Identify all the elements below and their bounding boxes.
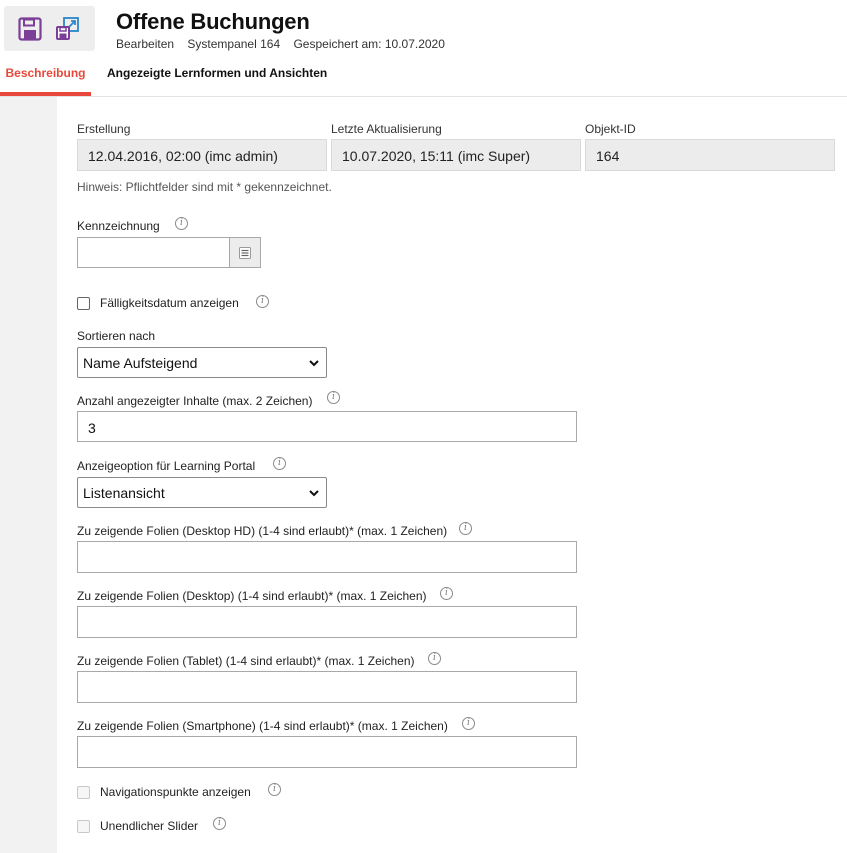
chevron-down-icon [309, 360, 319, 367]
object-label: Systempanel 164 [187, 37, 281, 51]
floppy-disk-icon [18, 17, 42, 41]
folien-desktop-hd-label: Zu zeigende Folien (Desktop HD) (1-4 sin… [77, 524, 448, 538]
anzeigeoption-select[interactable]: Listenansicht [77, 477, 327, 508]
kennzeichnung-label: Kennzeichnung [77, 219, 160, 233]
folien-smartphone-label: Zu zeigende Folien (Smartphone) (1-4 sin… [77, 719, 448, 733]
kennzeichnung-lookup-button[interactable] [229, 237, 261, 268]
unendlicher-slider-checkbox[interactable] [77, 820, 90, 833]
navigationspunkte-checkbox[interactable] [77, 786, 90, 799]
info-icon[interactable]: i [428, 652, 441, 665]
folien-smartphone-input[interactable] [77, 736, 577, 768]
sort-label: Sortieren nach [77, 329, 156, 343]
info-icon[interactable]: i [440, 587, 453, 600]
object-id-field: 164 [585, 139, 835, 171]
page-title: Offene Buchungen [116, 9, 310, 34]
kennzeichnung-input[interactable] [77, 237, 230, 268]
navigationspunkte-label: Navigationspunkte anzeigen [100, 785, 251, 799]
info-icon[interactable]: i [327, 391, 340, 404]
sort-select[interactable]: Name Aufsteigend [77, 347, 327, 378]
faelligkeitsdatum-label: Fälligkeitsdatum anzeigen [100, 296, 239, 310]
save-button[interactable] [16, 15, 44, 43]
folien-desktop-hd-input[interactable] [77, 541, 577, 573]
creation-field: 12.04.2016, 02:00 (imc admin) [77, 139, 327, 171]
info-icon[interactable]: i [256, 295, 269, 308]
anzeigeoption-selected-value: Listenansicht [83, 485, 165, 501]
anzahl-label: Anzahl angezeigter Inhalte (max. 2 Zeich… [77, 394, 313, 408]
info-icon[interactable]: i [175, 217, 188, 230]
info-icon[interactable]: i [273, 457, 286, 470]
anzahl-input[interactable]: 3 [77, 411, 577, 442]
folien-tablet-input[interactable] [77, 671, 577, 703]
object-id-label: Objekt-ID [585, 122, 636, 136]
info-icon[interactable]: i [268, 783, 281, 796]
tab-lernformen[interactable]: Angezeigte Lernformen und Ansichten [107, 66, 327, 96]
info-icon[interactable]: i [459, 522, 472, 535]
toolbar [4, 6, 95, 51]
update-field: 10.07.2020, 15:11 (imc Super) [331, 139, 581, 171]
export-icon [56, 17, 79, 40]
unendlicher-slider-label: Unendlicher Slider [100, 819, 199, 833]
anzeigeoption-label: Anzeigeoption für Learning Portal [77, 459, 256, 473]
list-icon [239, 246, 251, 259]
info-icon[interactable]: i [213, 817, 226, 830]
chevron-down-icon [309, 490, 319, 497]
info-icon[interactable]: i [462, 717, 475, 730]
saved-label: Gespeichert am: 10.07.2020 [293, 37, 445, 51]
mode-label: Bearbeiten [116, 37, 175, 51]
page-subtitle: Bearbeiten Systempanel 164 Gespeichert a… [116, 37, 455, 51]
export-button[interactable] [54, 15, 82, 43]
folien-desktop-label: Zu zeigende Folien (Desktop) (1-4 sind e… [77, 589, 427, 603]
folien-tablet-label: Zu zeigende Folien (Tablet) (1-4 sind er… [77, 654, 415, 668]
faelligkeitsdatum-checkbox[interactable] [77, 297, 90, 310]
update-label: Letzte Aktualisierung [331, 122, 442, 136]
tab-beschreibung[interactable]: Beschreibung [0, 66, 91, 96]
tab-label: Beschreibung [5, 66, 86, 80]
tabs-divider [0, 96, 847, 97]
left-margin-strip [0, 97, 57, 853]
creation-label: Erstellung [77, 122, 131, 136]
folien-desktop-input[interactable] [77, 606, 577, 638]
required-hint: Hinweis: Pflichtfelder sind mit * gekenn… [77, 180, 332, 194]
sort-selected-value: Name Aufsteigend [83, 355, 198, 371]
